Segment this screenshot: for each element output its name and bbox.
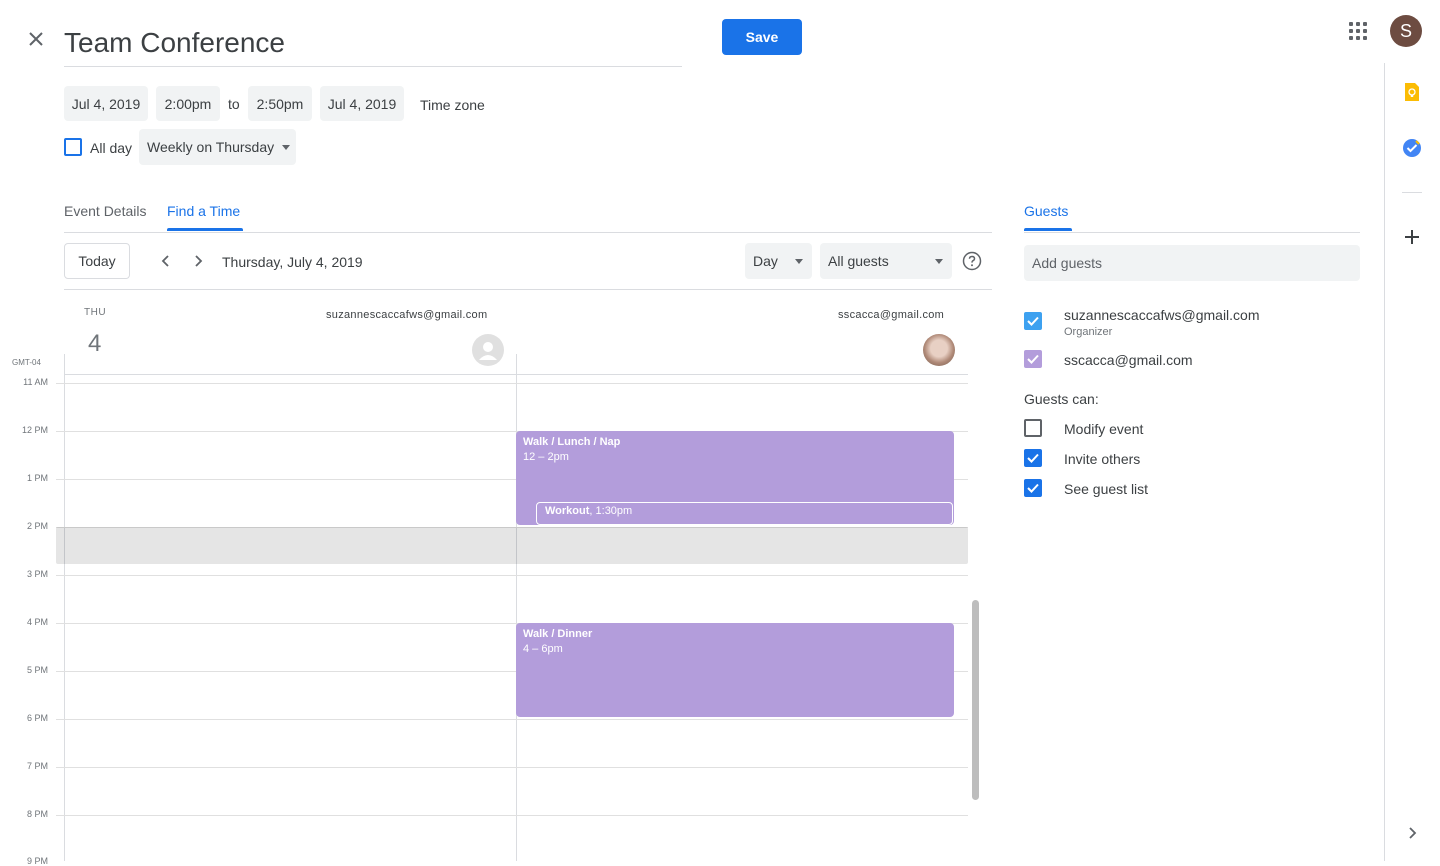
calendar-event[interactable]: Walk / Dinner 4 – 6pm <box>516 623 954 717</box>
guest-email: suzannescaccafws@gmail.com <box>1064 307 1260 323</box>
event-title: Walk / Lunch / Nap <box>523 436 621 448</box>
active-tab-indicator <box>167 228 243 231</box>
chevron-right-icon[interactable] <box>186 249 210 273</box>
active-tab-indicator <box>1024 228 1072 231</box>
rail-divider <box>1402 192 1422 193</box>
guests-can-title: Guests can: <box>1024 391 1099 407</box>
hour-label: 8 PM <box>26 809 48 819</box>
event-title-input[interactable] <box>64 20 682 67</box>
guest-email: sscacca@gmail.com <box>1064 352 1193 368</box>
recurrence-select[interactable]: Weekly on Thursday <box>139 129 296 165</box>
modify-event-label: Modify event <box>1064 421 1144 437</box>
hour-label: 3 PM <box>26 569 48 579</box>
side-panel-rail <box>1384 63 1440 861</box>
hour-gridline <box>56 815 968 816</box>
tab-find-a-time[interactable]: Find a Time <box>167 203 240 219</box>
see-guest-list-checkbox[interactable] <box>1024 479 1042 497</box>
keep-icon[interactable] <box>1400 80 1424 104</box>
hour-gridline <box>56 719 968 720</box>
dropdown-caret-icon <box>282 144 291 150</box>
event-title: Walk / Dinner <box>523 628 593 640</box>
view-select[interactable]: Day <box>745 243 812 279</box>
hour-gridline <box>56 383 968 384</box>
tabs-divider <box>64 232 992 233</box>
hour-label: 5 PM <box>26 665 48 675</box>
invite-others-label: Invite others <box>1064 451 1141 467</box>
all-day-checkbox[interactable] <box>64 138 82 156</box>
hour-label: 7 PM <box>26 761 48 771</box>
close-icon[interactable] <box>22 25 50 53</box>
hour-label: 9 PM <box>26 856 48 866</box>
plus-icon[interactable] <box>1400 225 1424 249</box>
account-avatar[interactable]: S <box>1390 15 1422 47</box>
hour-label: 4 PM <box>26 617 48 627</box>
chevron-right-icon[interactable] <box>1400 821 1424 845</box>
to-label: to <box>228 96 240 112</box>
apps-grid-icon[interactable] <box>1344 17 1372 45</box>
proposed-time-slot[interactable] <box>56 527 968 564</box>
time-zone-button[interactable]: Time zone <box>420 97 485 113</box>
toolbar-divider <box>64 289 992 290</box>
hour-gridline <box>56 575 968 576</box>
column-header-email: sscacca@gmail.com <box>838 309 945 321</box>
guest-checkbox[interactable] <box>1024 350 1042 368</box>
hour-label: 11 AM <box>23 377 48 387</box>
hour-label: 2 PM <box>26 521 48 531</box>
event-time: 4 – 6pm <box>523 643 563 655</box>
start-time-chip[interactable]: 2:00pm <box>156 86 220 121</box>
save-button[interactable]: Save <box>722 19 802 55</box>
tasks-icon[interactable] <box>1400 136 1424 160</box>
event-time: , 1:30pm <box>589 505 633 517</box>
help-icon[interactable] <box>962 251 982 271</box>
event-title: Workout <box>545 505 590 517</box>
current-date-label: Thursday, July 4, 2019 <box>222 254 363 270</box>
day-number-label: 4 <box>88 330 102 357</box>
end-time-chip[interactable]: 2:50pm <box>248 86 312 121</box>
grid-scrollbar[interactable] <box>972 600 979 800</box>
hour-label: 12 PM <box>21 425 48 435</box>
dropdown-caret-icon <box>795 259 803 264</box>
timezone-label: GMT-04 <box>12 358 41 367</box>
hour-label: 6 PM <box>26 713 48 723</box>
tab-guests[interactable]: Guests <box>1024 203 1068 219</box>
dropdown-caret-icon <box>935 259 943 264</box>
recurrence-value: Weekly on Thursday <box>147 139 275 155</box>
add-guests-input[interactable] <box>1024 245 1360 281</box>
see-guest-list-label: See guest list <box>1064 481 1149 497</box>
person-placeholder-icon <box>472 334 504 366</box>
guest-role: Organizer <box>1064 326 1113 338</box>
today-button[interactable]: Today <box>64 243 130 279</box>
invite-others-checkbox[interactable] <box>1024 449 1042 467</box>
calendar-event[interactable]: Workout, 1:30pm <box>536 502 953 525</box>
guests-filter-select[interactable]: All guests <box>820 243 952 279</box>
start-date-chip[interactable]: Jul 4, 2019 <box>64 86 148 121</box>
end-date-chip[interactable]: Jul 4, 2019 <box>320 86 404 121</box>
guests-filter-value: All guests <box>828 253 889 269</box>
column-header-email: suzannescaccafws@gmail.com <box>326 309 488 321</box>
guest-checkbox[interactable] <box>1024 312 1042 330</box>
hour-label: 1 PM <box>26 473 48 483</box>
event-time: 12 – 2pm <box>523 451 569 463</box>
tab-event-details[interactable]: Event Details <box>64 203 146 219</box>
guest-avatar-photo <box>923 334 955 366</box>
guests-divider <box>1024 232 1360 233</box>
chevron-left-icon[interactable] <box>154 249 178 273</box>
view-select-value: Day <box>753 253 778 269</box>
all-day-label: All day <box>90 140 133 156</box>
hour-gridline <box>56 767 968 768</box>
day-of-week-label: THU <box>84 307 107 318</box>
modify-event-checkbox[interactable] <box>1024 419 1042 437</box>
